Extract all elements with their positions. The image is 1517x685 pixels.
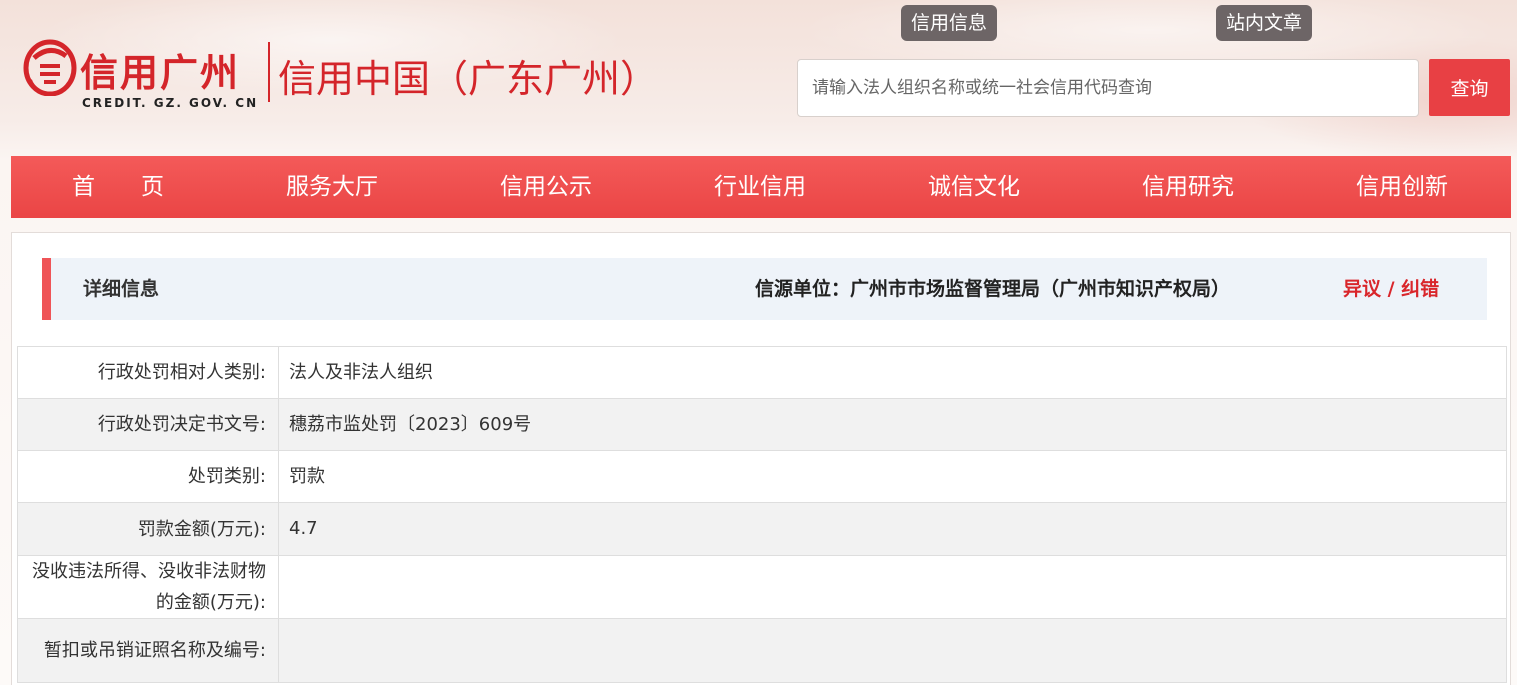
logo-divider: [268, 42, 270, 102]
row-value: 穗荔市监处罚〔2023〕609号: [278, 398, 1507, 451]
row-label: 没收违法所得、没收非法财物的金额(万元):: [17, 555, 279, 619]
detail-header-bar: 详细信息 信源单位：广州市市场监督管理局（广州市知识产权局） 异议 / 纠错: [42, 258, 1487, 320]
nav-item-credit-innovation[interactable]: 信用创新: [1295, 156, 1509, 218]
table-row: 行政处罚决定书文号: 穗荔市监处罚〔2023〕609号: [17, 398, 1507, 451]
source-unit: 信源单位：广州市市场监督管理局（广州市知识产权局）: [755, 278, 1231, 300]
row-value: 4.7: [278, 502, 1507, 556]
penalty-detail-table: 行政处罚相对人类别: 法人及非法人组织 行政处罚决定书文号: 穗荔市监处罚〔20…: [17, 346, 1507, 683]
search-input[interactable]: [797, 59, 1419, 117]
row-label: 暂扣或吊销证照名称及编号:: [17, 618, 279, 683]
nav-item-home[interactable]: 首 页: [11, 156, 225, 218]
row-label: 处罚类别:: [17, 450, 279, 503]
nav-item-credit-publicity[interactable]: 信用公示: [439, 156, 653, 218]
tab-site-articles[interactable]: 站内文章: [1216, 5, 1313, 41]
detail-title: 详细信息: [83, 278, 160, 300]
main-nav: 首 页 服务大厅 信用公示 行业信用 诚信文化 信用研究 信用创新: [11, 156, 1511, 218]
nav-item-service-hall[interactable]: 服务大厅: [225, 156, 439, 218]
site-logo[interactable]: 信用广州 CREDIT. GZ. GOV. CN 信用中国（广东广州）: [20, 30, 658, 110]
nav-item-credit-research[interactable]: 信用研究: [1081, 156, 1295, 218]
row-value: 罚款: [278, 450, 1507, 503]
row-value: [278, 618, 1507, 683]
row-label: 行政处罚相对人类别:: [17, 346, 279, 399]
site-subtitle: 信用中国（广东广州）: [278, 57, 659, 101]
table-row: 暂扣或吊销证照名称及编号:: [17, 618, 1507, 683]
credit-seal-icon: [23, 39, 77, 96]
logo-domain-text: CREDIT. GZ. GOV. CN: [82, 96, 259, 110]
table-row: 罚款金额(万元): 4.7: [17, 502, 1507, 556]
row-label: 行政处罚决定书文号:: [17, 398, 279, 451]
row-value: [278, 555, 1507, 619]
nav-item-industry-credit[interactable]: 行业信用: [653, 156, 867, 218]
row-label: 罚款金额(万元):: [17, 502, 279, 556]
row-value: 法人及非法人组织: [278, 346, 1507, 399]
objection-link[interactable]: 异议 / 纠错: [1343, 258, 1439, 320]
search-button[interactable]: 查询: [1429, 59, 1510, 116]
tab-credit-info[interactable]: 信用信息: [901, 5, 998, 41]
table-row: 行政处罚相对人类别: 法人及非法人组织: [17, 346, 1507, 399]
detail-panel: 详细信息 信源单位：广州市市场监督管理局（广州市知识产权局） 异议 / 纠错 行…: [11, 232, 1511, 685]
table-row: 处罚类别: 罚款: [17, 450, 1507, 503]
table-row: 没收违法所得、没收非法财物的金额(万元):: [17, 555, 1507, 619]
logo-chinese-text: 信用广州: [80, 50, 241, 95]
nav-item-integrity-culture[interactable]: 诚信文化: [867, 156, 1081, 218]
